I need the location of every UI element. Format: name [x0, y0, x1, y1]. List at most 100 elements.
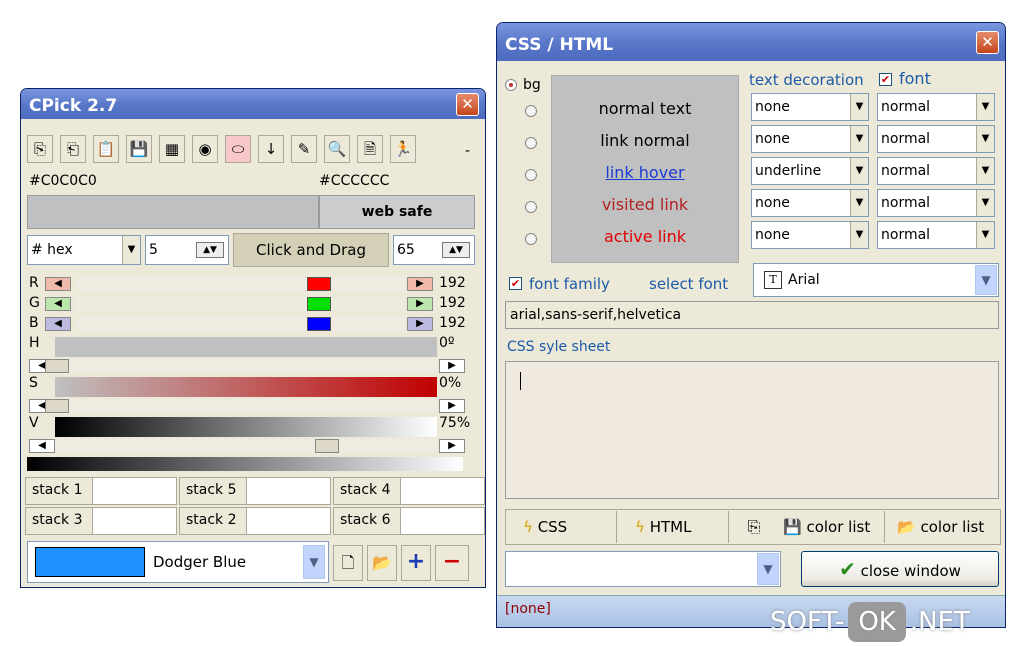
- chevron-down-icon[interactable]: ▼: [850, 222, 868, 248]
- copy-color-icon[interactable]: ⎗: [60, 135, 86, 163]
- chevron-down-icon[interactable]: ▼: [976, 94, 994, 120]
- chevron-down-icon[interactable]: ▼: [850, 190, 868, 216]
- channel-track[interactable]: [75, 277, 405, 291]
- stack-cell[interactable]: stack 2: [179, 507, 331, 535]
- chevron-down-icon[interactable]: ▼: [757, 553, 779, 585]
- stack-cell[interactable]: stack 5: [179, 477, 331, 505]
- format-select[interactable]: # hex ▼: [27, 235, 141, 265]
- pencil-icon[interactable]: ✎: [291, 135, 317, 163]
- right-arrow-icon[interactable]: ▶: [407, 277, 433, 291]
- hsv-thumb[interactable]: [315, 439, 339, 453]
- palette-icon[interactable]: ▦: [159, 135, 185, 163]
- chevron-down-icon[interactable]: ▼: [122, 236, 140, 264]
- stack-swatch[interactable]: [400, 508, 484, 534]
- stack-cell[interactable]: stack 6: [333, 507, 485, 535]
- close-icon[interactable]: ✕: [976, 31, 999, 54]
- exit-icon[interactable]: 🏃: [390, 135, 416, 163]
- right-arrow-icon[interactable]: ▶: [439, 439, 465, 453]
- style-radio[interactable]: [525, 105, 537, 117]
- right-arrow-icon[interactable]: ▶: [407, 297, 433, 311]
- font-select[interactable]: T Arial ▼: [753, 263, 999, 297]
- close-icon[interactable]: ✕: [456, 93, 479, 116]
- chevron-down-icon[interactable]: ▼: [850, 126, 868, 152]
- channel-track[interactable]: [75, 317, 405, 331]
- channel-thumb[interactable]: [307, 297, 331, 311]
- chevron-down-icon[interactable]: ▼: [975, 265, 997, 295]
- style-radio[interactable]: [525, 169, 537, 181]
- close-window-button[interactable]: ✔ close window: [801, 551, 999, 587]
- channel-track[interactable]: [75, 297, 405, 311]
- paste-icon[interactable]: 📋: [93, 135, 119, 163]
- hsv-track[interactable]: [55, 439, 437, 453]
- add-color-icon[interactable]: +: [401, 545, 431, 581]
- value-spinner[interactable]: 65 ▲▼: [393, 235, 475, 265]
- save-color-list-button[interactable]: 💾 color list: [773, 511, 885, 543]
- left-arrow-icon[interactable]: ◀: [45, 277, 71, 291]
- chevron-down-icon[interactable]: ▼: [976, 190, 994, 216]
- stack-swatch[interactable]: [92, 508, 176, 534]
- spin-arrows-icon[interactable]: ▲▼: [196, 242, 224, 258]
- stack-cell[interactable]: stack 4: [333, 477, 485, 505]
- font-select[interactable]: normal ▼: [877, 93, 995, 121]
- grayscale-strip[interactable]: [27, 457, 463, 471]
- chevron-down-icon[interactable]: ▼: [850, 158, 868, 184]
- web-safe-button[interactable]: web safe: [319, 195, 475, 229]
- remove-color-icon[interactable]: −: [435, 545, 469, 581]
- stack-swatch[interactable]: [246, 478, 330, 504]
- font-family-input[interactable]: arial,sans-serif,helvetica: [505, 301, 999, 329]
- chevron-down-icon[interactable]: ▼: [976, 222, 994, 248]
- generate-html-button[interactable]: ϟ HTML: [619, 511, 729, 543]
- step-spinner[interactable]: 5 ▲▼: [145, 235, 229, 265]
- font-select[interactable]: normal ▼: [877, 221, 995, 249]
- stack-swatch[interactable]: [246, 508, 330, 534]
- hsv-track[interactable]: [55, 399, 437, 413]
- spin-arrows-icon[interactable]: ▲▼: [442, 242, 470, 258]
- copy-icon[interactable]: ⎘: [737, 511, 771, 543]
- chevron-down-icon[interactable]: ▼: [976, 158, 994, 184]
- chevron-down-icon[interactable]: ▼: [976, 126, 994, 152]
- open-color-list-button[interactable]: 📂 color list: [887, 511, 999, 543]
- decoration-select[interactable]: none ▼: [751, 189, 869, 217]
- stack-swatch[interactable]: [92, 478, 176, 504]
- style-radio[interactable]: [525, 233, 537, 245]
- left-arrow-icon[interactable]: ◀: [45, 297, 71, 311]
- copy-icon[interactable]: ⎘: [27, 135, 53, 163]
- left-arrow-icon[interactable]: ◀: [45, 317, 71, 331]
- hsv-thumb[interactable]: [45, 359, 69, 373]
- style-radio[interactable]: [525, 201, 537, 213]
- decoration-select[interactable]: none ▼: [751, 125, 869, 153]
- stack-cell[interactable]: stack 3: [25, 507, 177, 535]
- font-select[interactable]: normal ▼: [877, 125, 995, 153]
- generate-css-button[interactable]: ϟ CSS: [507, 511, 617, 543]
- right-arrow-icon[interactable]: ▶: [439, 359, 465, 373]
- font-checkbox[interactable]: ✔: [879, 73, 892, 86]
- font-family-checkbox[interactable]: ✔: [509, 277, 522, 290]
- decoration-select[interactable]: none ▼: [751, 221, 869, 249]
- stylesheet-textarea[interactable]: [505, 361, 999, 499]
- chevron-down-icon[interactable]: ▼: [850, 94, 868, 120]
- toolbar-overflow-button[interactable]: -: [465, 143, 470, 159]
- stack-cell[interactable]: stack 1: [25, 477, 177, 505]
- click-and-drag-button[interactable]: Click and Drag: [233, 233, 389, 267]
- channel-thumb[interactable]: [307, 317, 331, 331]
- eyedropper-icon[interactable]: ⬭: [225, 135, 251, 163]
- font-select[interactable]: normal ▼: [877, 189, 995, 217]
- right-arrow-icon[interactable]: ▶: [407, 317, 433, 331]
- down-arrow-icon[interactable]: ↓: [258, 135, 284, 163]
- hsv-thumb[interactable]: [45, 399, 69, 413]
- hsv-track[interactable]: [55, 359, 437, 373]
- bottom-select[interactable]: ▼: [505, 551, 781, 587]
- chevron-down-icon[interactable]: ▼: [303, 545, 325, 579]
- open-folder-icon[interactable]: 📂: [367, 545, 397, 581]
- font-select[interactable]: normal ▼: [877, 157, 995, 185]
- channel-thumb[interactable]: [307, 277, 331, 291]
- document-icon[interactable]: 🗎: [357, 135, 383, 163]
- stack-swatch[interactable]: [400, 478, 484, 504]
- new-list-icon[interactable]: 🗋: [333, 545, 363, 581]
- bg-radio[interactable]: [505, 79, 517, 91]
- style-radio[interactable]: [525, 137, 537, 149]
- decoration-select[interactable]: none ▼: [751, 93, 869, 121]
- save-icon[interactable]: 💾: [126, 135, 152, 163]
- color-wheel-icon[interactable]: ◉: [192, 135, 218, 163]
- right-arrow-icon[interactable]: ▶: [439, 399, 465, 413]
